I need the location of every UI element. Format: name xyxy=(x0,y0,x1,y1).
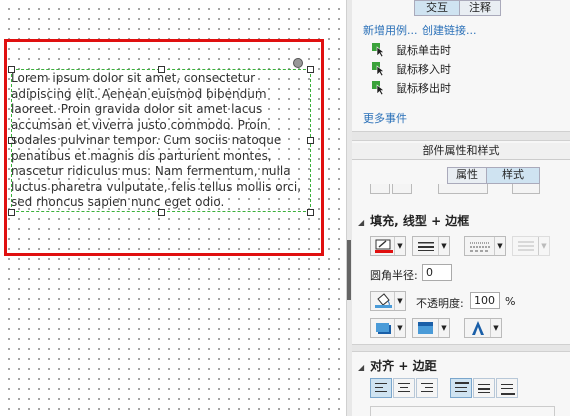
border-visibility-icon xyxy=(518,241,534,251)
fill-section-label: 填充, 线型 + 边框 xyxy=(370,214,470,228)
text-shadow-button[interactable]: ▼ xyxy=(464,318,502,338)
bold-button[interactable] xyxy=(370,184,390,194)
outer-shadow-icon xyxy=(376,323,391,334)
cursor-event-icon xyxy=(372,43,385,57)
event-label: 鼠标移入时 xyxy=(396,63,451,76)
inner-shadow-icon xyxy=(418,322,433,334)
line-weight-icon xyxy=(418,242,434,251)
inner-shadow-button[interactable]: ▼ xyxy=(412,318,450,338)
line-pattern-icon xyxy=(470,242,490,252)
chevron-down-icon: ▼ xyxy=(438,237,449,255)
properties-header: 部件属性和样式 xyxy=(352,143,570,160)
interaction-tabs: 交互 注释 xyxy=(352,0,570,16)
valign-middle-button[interactable] xyxy=(473,378,495,398)
font-extra-button[interactable] xyxy=(512,184,540,194)
opacity-unit: % xyxy=(505,295,516,308)
text-shadow-icon xyxy=(472,321,484,335)
cursor-event-icon xyxy=(372,81,385,95)
create-link[interactable]: 创建链接... xyxy=(422,22,477,38)
valign-bottom-button[interactable] xyxy=(496,378,518,398)
section-separator xyxy=(352,131,570,141)
opacity-input[interactable]: 100 xyxy=(470,292,500,309)
paragraph-widget-text[interactable]: Lorem ipsum dolor sit amet, consectetur … xyxy=(11,71,311,211)
line-pattern-button[interactable]: ▼ xyxy=(464,236,506,256)
chevron-down-icon: ▼ xyxy=(490,319,501,337)
chevron-down-icon: ▼ xyxy=(394,237,405,255)
fill-section-title[interactable]: ◢ 填充, 线型 + 边框 xyxy=(358,212,469,229)
opacity-label: 不透明度: xyxy=(416,297,464,310)
chevron-down-icon: ▼ xyxy=(394,319,405,337)
valign-top-button[interactable] xyxy=(450,378,472,398)
italic-button[interactable] xyxy=(392,184,412,194)
collapse-triangle-icon: ◢ xyxy=(358,363,365,372)
line-style-button[interactable]: ▼ xyxy=(412,236,450,256)
chevron-down-icon: ▼ xyxy=(438,319,449,337)
collapse-triangle-icon: ◢ xyxy=(358,218,365,227)
section-separator xyxy=(352,344,570,352)
align-center-button[interactable] xyxy=(393,378,415,398)
new-case-link[interactable]: 新增用例... xyxy=(363,22,418,38)
tab-interaction[interactable]: 交互 xyxy=(414,0,460,16)
border-options-button[interactable]: ▼ xyxy=(512,236,550,256)
fill-color-button[interactable]: ▼ xyxy=(370,236,406,256)
event-label: 鼠标单击时 xyxy=(396,44,451,57)
tab-style[interactable]: 样式 xyxy=(486,167,540,184)
more-events-link[interactable]: 更多事件 xyxy=(363,110,407,126)
fill-color-icon xyxy=(375,239,393,253)
align-section-label: 对齐 + 边距 xyxy=(370,359,437,373)
splitter-grip[interactable] xyxy=(347,240,351,300)
corner-radius-label: 圆角半径: xyxy=(370,269,418,282)
chevron-down-icon: ▼ xyxy=(394,292,405,310)
tab-notes[interactable]: 注释 xyxy=(459,0,501,16)
chevron-down-icon: ▼ xyxy=(538,237,549,255)
chevron-down-icon: ▼ xyxy=(494,237,505,255)
align-left-button[interactable] xyxy=(370,378,392,398)
tab-properties[interactable]: 属性 xyxy=(447,167,487,184)
align-right-button[interactable] xyxy=(416,378,438,398)
corner-radius-input[interactable]: 0 xyxy=(422,264,452,281)
event-label: 鼠标移出时 xyxy=(396,82,451,95)
inspector-panel: 交互 注释 新增用例... 创建链接... 鼠标单击时 鼠标移入时 鼠标移出时 … xyxy=(352,0,570,416)
shadow-button[interactable]: ▼ xyxy=(370,318,406,338)
padding-inputs-row[interactable] xyxy=(370,406,555,416)
paint-bucket-icon xyxy=(375,293,392,308)
font-color-button[interactable] xyxy=(438,184,488,194)
fill-bucket-button[interactable]: ▼ xyxy=(370,291,406,311)
cursor-event-icon xyxy=(372,62,385,76)
align-section-title[interactable]: ◢ 对齐 + 边距 xyxy=(358,357,437,374)
rotate-handle[interactable] xyxy=(293,58,303,68)
